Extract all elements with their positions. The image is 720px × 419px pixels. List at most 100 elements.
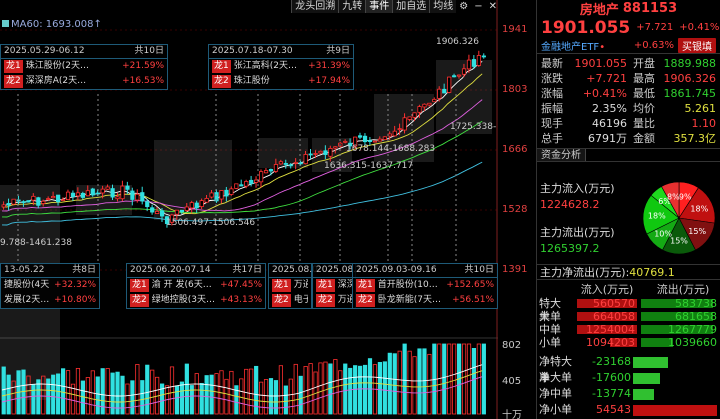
stock-name[interactable]: 珠江股份(2天…	[26, 60, 118, 73]
candle-body	[105, 186, 110, 190]
outflow-value: 583738	[675, 297, 717, 310]
stat-label: 均价	[633, 102, 655, 115]
dragon-tag: 龙2	[212, 75, 231, 88]
event-box-0620[interactable]: 2025.06.20-07.14 共17日 龙1 渝 开 发(6天… +47.45% …	[126, 263, 266, 309]
volume-bar	[298, 375, 303, 415]
stat-label: 涨幅	[541, 87, 563, 100]
stock-name[interactable]: 万通	[338, 294, 352, 307]
pie-slice-label: 15%	[688, 227, 706, 236]
pie-slice-label: 18%	[648, 212, 666, 221]
minus-icon[interactable]: −	[471, 0, 485, 13]
toolbar-button-ma[interactable]: 均线	[429, 0, 457, 13]
volume-bar	[338, 370, 343, 415]
volume-bar	[179, 381, 184, 415]
stock-name[interactable]: 首开股份(10…	[378, 279, 443, 292]
main-outflow-value: 1265397.2	[540, 242, 600, 255]
stat-row: 最新 1901.055 开盘 1889.988	[541, 56, 716, 71]
outflow-header: 流出(万元)	[656, 283, 710, 296]
candle-body	[298, 162, 303, 165]
volume-bar	[263, 379, 269, 415]
volume-bar	[343, 363, 348, 415]
toolbar-button-dragon-trace[interactable]: 龙头回溯	[291, 0, 339, 13]
toolbar-button-events[interactable]: 事件	[365, 0, 393, 13]
candle-body	[456, 74, 462, 77]
stock-name[interactable]: 深深房A(2天…	[26, 75, 118, 88]
stock-name[interactable]: 张江高科(2天…	[234, 60, 304, 73]
main-outflow-label: 主力流出(万元)	[540, 226, 615, 239]
quote-panel: 房地产 881153 1901.055 +7.721 +0.41% 金融地产ET…	[536, 0, 720, 419]
range-label: 1725.338-	[450, 122, 497, 132]
event-box-0718[interactable]: 2025.07.18-07.30 共9日 龙1 张江高科(2天… +31.39% 龙2…	[208, 44, 354, 90]
stock-name[interactable]: 渝 开 发(6天…	[152, 279, 216, 292]
index-name: 房地产	[579, 3, 619, 18]
order-label: 小单	[539, 336, 561, 349]
volume-bar	[476, 343, 482, 415]
etf-change: +0.63%	[633, 40, 674, 51]
candle-body	[372, 140, 378, 143]
stock-name[interactable]: 卧龙新能(7天…	[378, 294, 448, 307]
etf-row: 金融地产ETF• +0.63% 买银填	[537, 38, 720, 54]
candle-body	[145, 201, 150, 208]
volume-bar	[140, 380, 145, 415]
volume-bar	[362, 364, 368, 415]
candle-body	[209, 192, 214, 198]
stock-name[interactable]: 深深	[338, 279, 352, 292]
price-axis-tick: 1528	[502, 204, 528, 215]
volume-bar	[402, 343, 407, 415]
buy-etf-button[interactable]: 买银填	[678, 38, 716, 53]
volume-bar	[461, 343, 467, 415]
net-bar-label: 净小单	[539, 403, 572, 416]
volume-bar	[283, 385, 288, 415]
candle-body	[447, 76, 452, 93]
net-bar	[633, 373, 660, 384]
volume-bar	[145, 364, 150, 415]
dragon-tag: 龙1	[212, 60, 231, 73]
event-box-0529[interactable]: 2025.05.29-06.12 共10日 龙1 珠江股份(2天… +21.59% 龙…	[0, 44, 168, 90]
stat-value: 1.10	[691, 117, 717, 130]
net-flow-bars: 净特大单 -23168 净大单 -17600 净中单 -13774 净小单 54543	[537, 354, 720, 418]
stock-name[interactable]: 发展(2天…	[4, 294, 50, 307]
volume-bar	[184, 363, 189, 415]
net-bar-value: -17600	[592, 371, 631, 384]
stock-name[interactable]: 电子	[294, 294, 308, 307]
toolbar-button-add-watchlist[interactable]: 加自选	[392, 0, 430, 13]
stat-label: 涨跌	[541, 72, 563, 85]
settings-icon[interactable]: ⚙	[456, 0, 471, 13]
candle-body	[452, 75, 457, 78]
stat-label: 量比	[633, 117, 655, 130]
etf-link[interactable]: 金融地产ETF•	[541, 38, 630, 53]
event-box-0513[interactable]: 13-05.22 共8日 捷股份(4天… +32.32% 发展(2天… +10.80%	[0, 263, 100, 309]
stock-name[interactable]: 捷股份(4天…	[4, 279, 50, 292]
event-box-0810[interactable]: 2025.08.1 龙1 深深 龙2 万通	[312, 263, 362, 309]
volume-bar	[65, 370, 71, 415]
event-box-0903[interactable]: 2025.09.03-09.16 共10日 龙1 首开股份(10… +152.65% …	[352, 263, 498, 309]
stock-name[interactable]: 绿地控股(3天…	[152, 294, 216, 307]
stock-name[interactable]: 万通	[294, 279, 308, 292]
candle-body	[422, 103, 427, 108]
volume-bar	[348, 367, 353, 415]
candle-body	[357, 135, 363, 138]
candle-body	[194, 202, 199, 209]
main-net-outflow: 主力净流出(万元):40769.1	[537, 264, 720, 280]
kline-chart[interactable]: 龙头回溯 九转 事件 加自选 均线 ⚙ − ✕ MA60: 1693.008↑ …	[0, 0, 534, 419]
tab-fund-analysis[interactable]: 资金分析	[537, 149, 586, 161]
toolbar-button-nine-turn[interactable]: 九转	[338, 0, 366, 13]
candle-body	[95, 192, 100, 195]
stock-name[interactable]: 珠江股份	[234, 75, 304, 88]
volume-bar	[249, 368, 254, 415]
candle-body	[189, 202, 194, 209]
range-label: 1506.497-1506.546	[166, 218, 256, 228]
net-outflow-value: 40769.1	[629, 266, 675, 279]
stock-pct: +43.13%	[220, 295, 262, 305]
volume-bar	[125, 383, 130, 415]
event-box-0800[interactable]: 2025.08.0 龙1 万通 龙2 电子	[268, 263, 318, 309]
ma-indicator-label: MA60: 1693.008↑	[2, 19, 102, 30]
close-icon[interactable]: ✕	[486, 0, 500, 13]
stat-label: 最高	[633, 72, 655, 85]
candle-body	[85, 190, 90, 197]
inflow-header: 流入(万元)	[580, 283, 634, 296]
volume-bar	[481, 343, 486, 415]
candle-body	[283, 163, 288, 165]
pie-slice-label: 18%	[690, 205, 708, 214]
volume-bar	[452, 343, 457, 415]
